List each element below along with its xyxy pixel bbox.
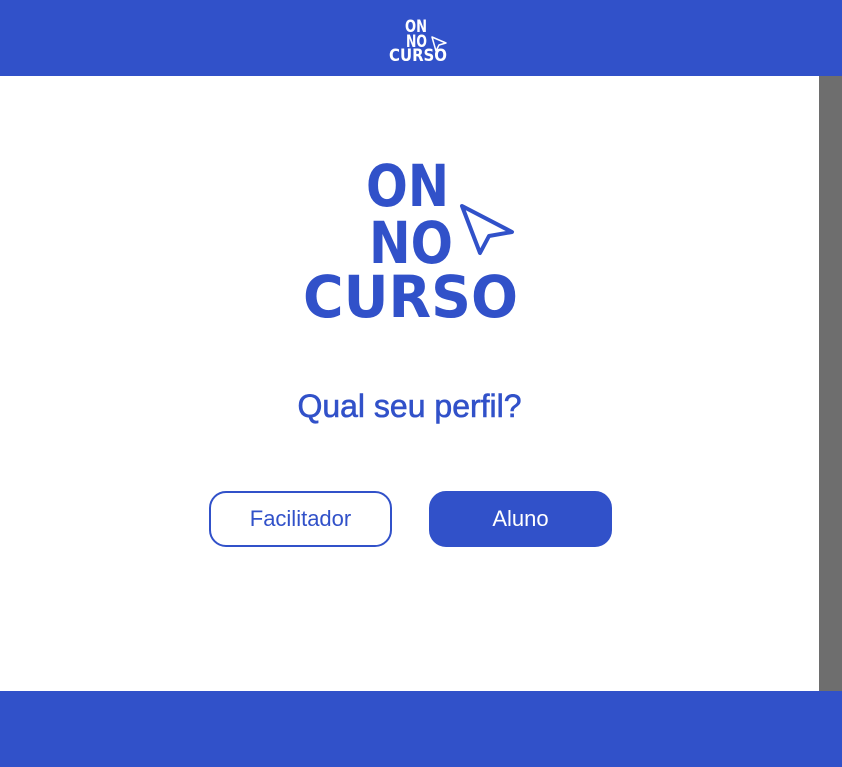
profile-question-heading: Qual seu perfil? — [297, 388, 522, 425]
header-logo[interactable]: ON NO CURSO — [389, 16, 449, 64]
header-logo-line3: CURSO — [389, 46, 447, 64]
facilitator-button[interactable]: Facilitador — [209, 491, 392, 547]
brand-logo: ON NO CURSO — [303, 152, 518, 325]
cursor-arrow-icon — [460, 204, 514, 255]
student-button[interactable]: Aluno — [429, 491, 612, 547]
bottom-footer-bar — [0, 691, 842, 767]
top-header-bar: ON NO CURSO — [0, 0, 842, 76]
logo-line3: CURSO — [303, 263, 518, 325]
scrollbar[interactable] — [819, 76, 842, 691]
